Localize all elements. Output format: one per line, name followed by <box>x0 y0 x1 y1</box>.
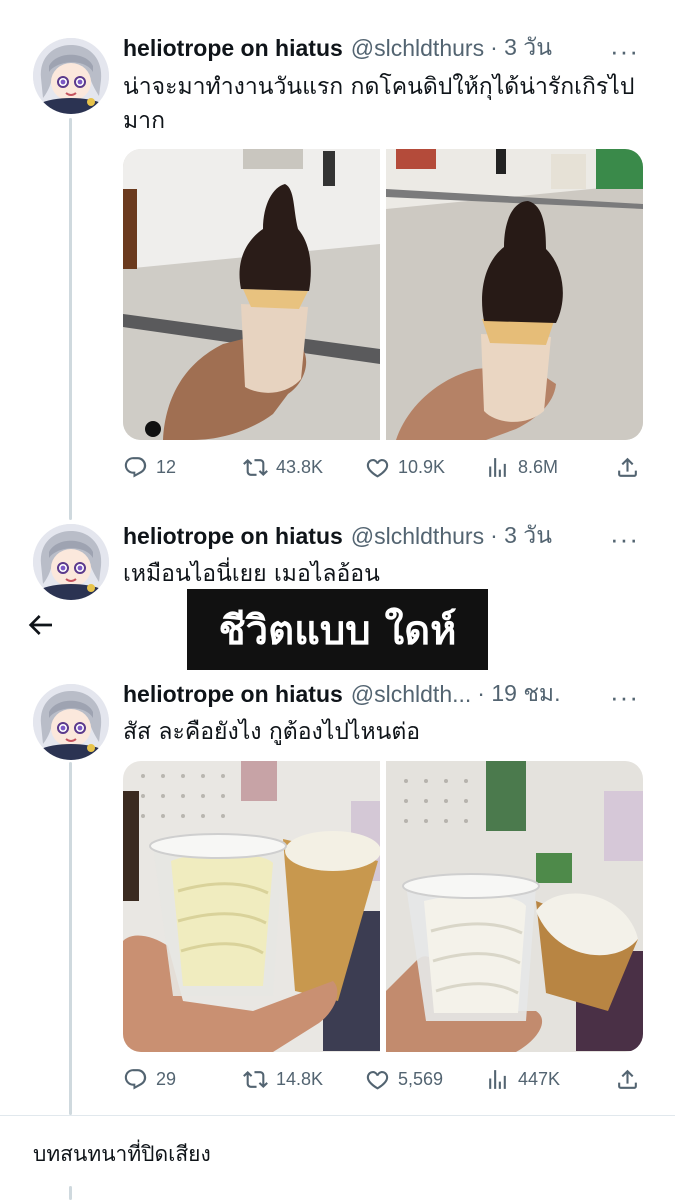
more-options-icon[interactable]: ··· <box>610 684 639 710</box>
reply-icon <box>123 455 148 480</box>
display-name[interactable]: heliotrope on hiatus <box>123 523 343 550</box>
like-count: 10.9K <box>398 457 446 477</box>
retweet-button[interactable]: 14.8K <box>243 1067 323 1092</box>
overlay-caption: ชีวิตแบบ ใดห์ <box>187 589 488 670</box>
cup-and-cone-photo[interactable] <box>123 761 380 1052</box>
share-button[interactable] <box>615 1067 640 1092</box>
display-name[interactable]: heliotrope on hiatus <box>123 35 343 62</box>
tweet-text: เหมือนไอนี่เยย เมอไลอ้อน <box>123 561 380 587</box>
like-count: 5,569 <box>398 1069 444 1089</box>
share-icon <box>615 1067 640 1092</box>
more-options-icon[interactable]: ··· <box>610 38 639 64</box>
like-button[interactable]: 5,569 <box>365 1067 443 1092</box>
tweet-media[interactable] <box>123 761 643 1052</box>
tweet-media[interactable] <box>123 149 643 440</box>
views-count: 8.6M <box>518 457 559 477</box>
heart-icon <box>365 455 390 480</box>
user-handle[interactable]: @slchldth... <box>351 681 472 708</box>
tweet-text: สัส ละคือยังไง กูต้องไปไหนต่อ <box>123 719 421 745</box>
dipped-cone-photo[interactable] <box>123 149 380 440</box>
retweet-icon <box>243 1067 268 1092</box>
share-button[interactable] <box>615 455 640 480</box>
more-options-icon[interactable]: ··· <box>610 526 639 552</box>
dipped-cone-photo[interactable] <box>386 149 643 440</box>
avatar[interactable] <box>33 38 109 114</box>
display-name[interactable]: heliotrope on hiatus <box>123 681 343 708</box>
views-icon <box>485 455 510 480</box>
views-button[interactable]: 447K <box>485 1067 560 1092</box>
tweet-text: น่าจะมาทำงานวันแรก กดโคนดิปให้กุได้น่ารั… <box>123 74 635 134</box>
tweet-header: heliotrope on hiatus @slchldth... · 19 ช… <box>123 679 560 709</box>
tweet-header: heliotrope on hiatus @slchldthurs · 3 วั… <box>123 521 552 551</box>
section-divider <box>0 1115 675 1116</box>
thread-line-1 <box>69 118 72 520</box>
retweet-count: 43.8K <box>276 457 324 477</box>
timestamp[interactable]: · 19 ชม. <box>477 676 560 712</box>
timestamp[interactable]: · 3 วัน <box>490 30 552 66</box>
back-arrow-icon[interactable] <box>24 609 56 641</box>
thread-line-4 <box>69 1186 72 1200</box>
reply-count: 29 <box>156 1069 177 1089</box>
views-count: 447K <box>518 1069 561 1089</box>
reply-count: 12 <box>156 457 177 477</box>
user-handle[interactable]: @slchldthurs <box>351 35 484 62</box>
reply-icon <box>123 1067 148 1092</box>
timestamp[interactable]: · 3 วัน <box>490 518 552 554</box>
reply-button[interactable]: 29 <box>123 1067 176 1092</box>
retweet-count: 14.8K <box>276 1069 324 1089</box>
cup-and-cone-photo[interactable] <box>386 761 643 1052</box>
reply-button[interactable]: 12 <box>123 455 176 480</box>
muted-conversations-link[interactable]: บทสนทนาที่ปิดเสียง <box>33 1138 211 1171</box>
avatar[interactable] <box>33 524 109 600</box>
like-button[interactable]: 10.9K <box>365 455 445 480</box>
views-button[interactable]: 8.6M <box>485 455 558 480</box>
retweet-button[interactable]: 43.8K <box>243 455 323 480</box>
avatar[interactable] <box>33 684 109 760</box>
tweet-header: heliotrope on hiatus @slchldthurs · 3 วั… <box>123 33 552 63</box>
action-bar: 29 14.8K 5,569 447K <box>123 1067 643 1097</box>
retweet-icon <box>243 455 268 480</box>
thread-line-3 <box>69 762 72 1115</box>
user-handle[interactable]: @slchldthurs <box>351 523 484 550</box>
share-icon <box>615 455 640 480</box>
heart-icon <box>365 1067 390 1092</box>
action-bar: 12 43.8K 10.9K 8.6M <box>123 455 643 485</box>
views-icon <box>485 1067 510 1092</box>
